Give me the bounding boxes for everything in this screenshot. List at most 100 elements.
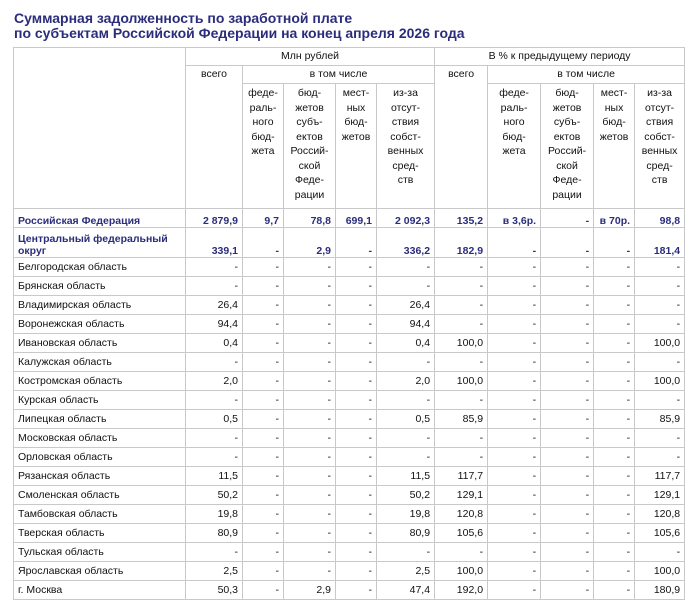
region-name: Орловская область xyxy=(13,447,186,467)
table-cell: - xyxy=(540,276,595,296)
table-cell: - xyxy=(375,276,436,296)
table-cell: - xyxy=(487,390,542,410)
table-cell: - xyxy=(335,295,377,315)
table-cell: 339,1 xyxy=(185,227,243,258)
table-cell: - xyxy=(335,257,377,277)
table-cell: - xyxy=(634,314,686,334)
table-cell: - xyxy=(634,295,686,315)
table-cell: - xyxy=(375,542,436,562)
table-cell: - xyxy=(335,504,377,524)
table-row: Московская область - - - - - - - - - - xyxy=(13,428,686,448)
table-cell: - xyxy=(540,523,595,543)
table-cell: 0,4 xyxy=(375,333,436,353)
table-cell: - xyxy=(242,276,284,296)
table-cell: - xyxy=(540,295,595,315)
table-cell: - xyxy=(434,257,489,277)
table-cell: - xyxy=(593,352,636,372)
table-cell: - xyxy=(487,504,542,524)
table-cell: - xyxy=(434,390,489,410)
table-cell: - xyxy=(335,428,377,448)
table-cell: - xyxy=(434,542,489,562)
table-cell: - xyxy=(283,314,336,334)
table-cell: 117,7 xyxy=(434,466,489,486)
table-cell: - xyxy=(540,227,595,258)
table-cell: - xyxy=(540,352,595,372)
table-cell: - xyxy=(335,485,377,505)
table-cell: - xyxy=(375,390,436,410)
table-cell: - xyxy=(593,542,636,562)
header-total-pct: всего xyxy=(434,65,489,209)
table-cell: - xyxy=(487,580,542,600)
region-name: Тверская область xyxy=(13,523,186,543)
table-cell: 2 879,9 xyxy=(185,208,243,228)
table-cell: - xyxy=(375,447,436,467)
table-cell: - xyxy=(283,352,336,372)
table-cell: 50,2 xyxy=(185,485,243,505)
table-cell: 26,4 xyxy=(375,295,436,315)
table-cell: - xyxy=(335,447,377,467)
table-body: Российская Федерация 2 879,9 9,7 78,8 699,1 2… xyxy=(13,208,686,600)
table-cell: - xyxy=(434,276,489,296)
table-cell: - xyxy=(335,227,377,258)
table-cell: - xyxy=(634,276,686,296)
table-cell: 336,2 xyxy=(375,227,436,258)
table-cell: - xyxy=(242,561,284,581)
table-cell: - xyxy=(540,466,595,486)
table-cell: 100,0 xyxy=(634,561,686,581)
debt-table: Млн рублей В % к предыдущему периоду все… xyxy=(13,47,686,600)
table-cell: - xyxy=(593,466,636,486)
table-cell: 135,2 xyxy=(434,208,489,228)
table-cell: - xyxy=(593,371,636,391)
table-cell: - xyxy=(487,227,542,258)
table-cell: 11,5 xyxy=(185,466,243,486)
table-cell: 47,4 xyxy=(375,580,436,600)
table-cell: - xyxy=(634,390,686,410)
table-row: Тверская область 80,9- - -80,9 105,6- - -105,6 xyxy=(13,523,686,543)
table-cell: - xyxy=(242,227,284,258)
table-cell: 181,4 xyxy=(634,227,686,258)
table-cell: - xyxy=(283,295,336,315)
table-cell: - xyxy=(242,523,284,543)
table-cell: - xyxy=(434,314,489,334)
table-row: Липецкая область 0,5- - -0,5 85,9- - -85,9 xyxy=(13,409,686,429)
table-cell: - xyxy=(185,352,243,372)
table-cell: - xyxy=(540,371,595,391)
table-cell: - xyxy=(487,466,542,486)
table-cell: 0,5 xyxy=(375,409,436,429)
region-name: Московская область xyxy=(13,428,186,448)
table-cell: - xyxy=(593,447,636,467)
table-cell: - xyxy=(434,295,489,315)
table-cell: 105,6 xyxy=(434,523,489,543)
table-cell: 26,4 xyxy=(185,295,243,315)
table-cell: - xyxy=(540,428,595,448)
table-cell: - xyxy=(335,409,377,429)
table-cell: - xyxy=(335,542,377,562)
table-cell: - xyxy=(487,523,542,543)
table-cell: - xyxy=(540,561,595,581)
table-cell: 80,9 xyxy=(375,523,436,543)
header-federal-pct: феде- раль- ного бюд- жета xyxy=(487,83,542,209)
table-cell: - xyxy=(242,390,284,410)
table-cell: 129,1 xyxy=(434,485,489,505)
region-name: г. Москва xyxy=(13,580,186,600)
table-cell: 11,5 xyxy=(375,466,436,486)
table-cell: - xyxy=(283,257,336,277)
table-cell: - xyxy=(634,428,686,448)
table-cell: в 70р. xyxy=(593,208,636,228)
table-cell: - xyxy=(185,276,243,296)
table-cell: - xyxy=(283,371,336,391)
table-row: Центральный федеральный округ 339,1-2,9-3… xyxy=(13,227,686,258)
table-cell: - xyxy=(283,333,336,353)
table-cell: - xyxy=(487,447,542,467)
table-cell: - xyxy=(185,542,243,562)
table-cell: - xyxy=(335,371,377,391)
table-cell: - xyxy=(242,371,284,391)
table-row: Белгородская область - - - - - - - - - - xyxy=(13,257,686,277)
table-cell: - xyxy=(283,504,336,524)
table-cell: 192,0 xyxy=(434,580,489,600)
table-row: Российская Федерация 2 879,9 9,7 78,8 699,1 2… xyxy=(13,208,686,228)
table-row: Рязанская область 11,5- - -11,5 117,7- - -117,… xyxy=(13,466,686,486)
table-cell: 94,4 xyxy=(375,314,436,334)
table-cell: - xyxy=(487,428,542,448)
table-cell: - xyxy=(434,447,489,467)
